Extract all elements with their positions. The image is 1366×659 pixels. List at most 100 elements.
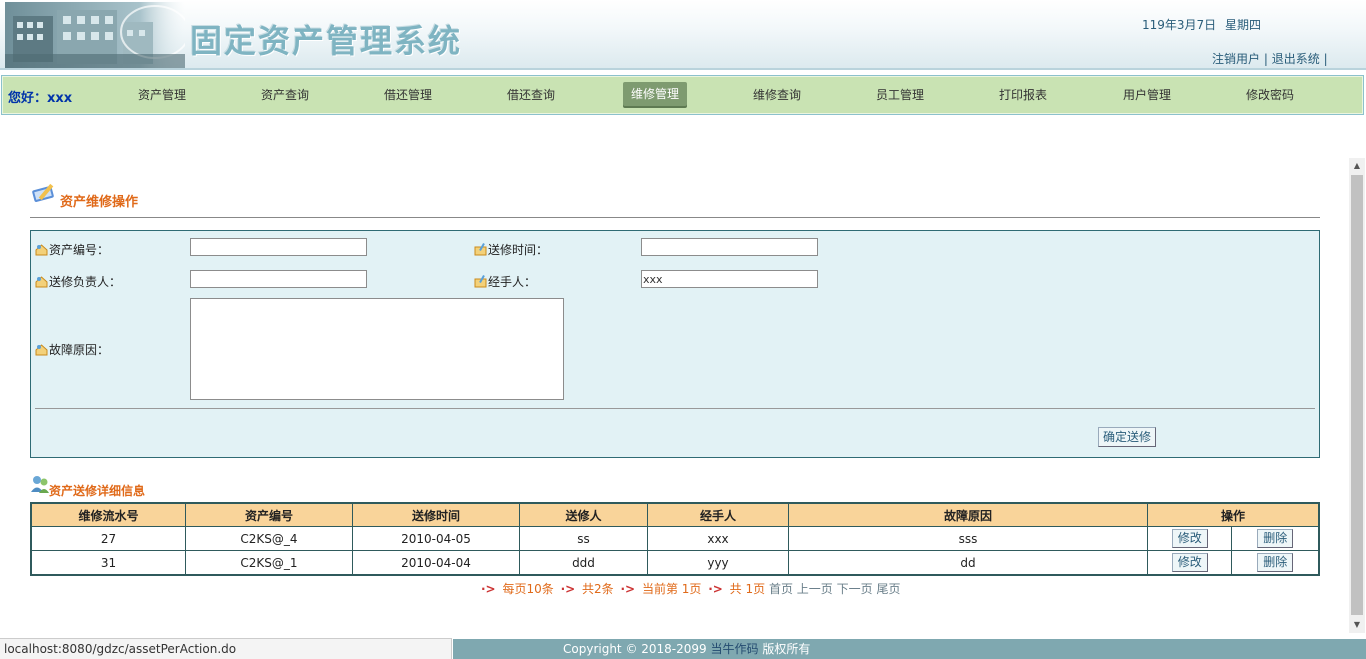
link-separator: | — [1323, 52, 1328, 66]
col-header-asset-no: 资产编号 — [185, 502, 353, 527]
nav-repair-query[interactable]: 维修查询 — [734, 82, 820, 108]
total-pages-text: 共 1页 — [729, 582, 766, 596]
col-header-actions: 操作 — [1147, 502, 1320, 527]
cell-edit: 修改 — [1146, 550, 1233, 576]
header-banner: 固定资产管理系统 119年3月7日 星期四 注销用户 | 退出系统 | — [0, 0, 1366, 70]
send-time-input[interactable] — [641, 238, 818, 256]
vertical-scrollbar[interactable]: ▲ ▼ — [1349, 158, 1365, 633]
edit-button[interactable]: 修改 — [1171, 529, 1208, 548]
last-page-link[interactable]: 尾页 — [876, 582, 900, 596]
handler-label: 经手人： — [488, 275, 537, 289]
current-page-text: 当前第 1页 — [641, 582, 702, 596]
responsible-label-wrap: 送修负责人： — [35, 273, 121, 290]
date-text: 119年3月7日 — [1142, 18, 1217, 32]
cell-serial: 27 — [30, 526, 186, 551]
responsible-input[interactable] — [190, 270, 367, 288]
first-page-link[interactable]: 首页 — [769, 582, 793, 596]
nav-borrow-management[interactable]: 借还管理 — [365, 82, 451, 108]
folder-pencil-icon — [474, 275, 487, 288]
book-pencil-icon — [32, 183, 54, 202]
asset-no-label: 资产编号： — [49, 243, 110, 257]
asset-no-label-wrap: 资产编号： — [35, 241, 109, 258]
exit-system-link[interactable]: 退出系统 — [1272, 52, 1320, 66]
cell-sender: ss — [519, 526, 648, 551]
section-divider — [30, 217, 1320, 218]
nav-employee-management[interactable]: 员工管理 — [857, 82, 943, 108]
rights-text: 版权所有 — [762, 642, 811, 656]
logout-user-link[interactable]: 注销用户 — [1212, 52, 1260, 66]
fault-reason-textarea[interactable] — [190, 298, 564, 400]
footer-author-link[interactable]: 当牛作码 — [711, 642, 759, 656]
handler-label-wrap: 经手人： — [474, 273, 536, 290]
scroll-thumb[interactable] — [1351, 175, 1363, 615]
delete-button[interactable]: 删除 — [1257, 553, 1294, 572]
cell-serial: 31 — [30, 550, 186, 576]
users-icon — [31, 476, 49, 493]
table-header-row: 维修流水号 资产编号 送修时间 送修人 经手人 故障原因 操作 — [30, 502, 1320, 527]
table-row: 27 C2KS@_4 2010-04-05 ss xxx sss 修改 删除 — [30, 526, 1320, 551]
cell-delete: 删除 — [1231, 550, 1320, 576]
nav-asset-query[interactable]: 资产查询 — [242, 82, 328, 108]
table-title: 资产送修详细信息 — [49, 484, 146, 498]
cell-asset-no: C2KS@_1 — [185, 550, 353, 576]
weekday-text: 星期四 — [1225, 18, 1262, 32]
repair-form-panel: 资产编号： 送修时间： 送修负责人： 经手人： 故障原因： 确定送修 — [30, 230, 1320, 458]
nav-user-management[interactable]: 用户管理 — [1104, 82, 1190, 108]
fault-label-wrap: 故障原因： — [35, 341, 109, 358]
double-arrow-icon: ·> — [560, 582, 576, 596]
nav-print-report[interactable]: 打印报表 — [980, 82, 1066, 108]
cell-handler: yyy — [647, 550, 789, 576]
col-header-serial: 维修流水号 — [30, 502, 186, 527]
copyright-text: Copyright © 2018-2099 — [563, 642, 707, 656]
house-key-icon — [35, 244, 48, 256]
delete-button[interactable]: 删除 — [1257, 529, 1294, 548]
responsible-label: 送修负责人： — [49, 275, 122, 289]
col-header-fault: 故障原因 — [788, 502, 1148, 527]
handler-input[interactable] — [641, 270, 818, 288]
edit-button[interactable]: 修改 — [1171, 553, 1208, 572]
main-nav: 您好：xxx 资产管理 资产查询 借还管理 借还查询 维修管理 维修查询 员工管… — [1, 75, 1364, 115]
next-page-link[interactable]: 下一页 — [837, 582, 873, 596]
house-key-icon — [35, 276, 48, 288]
double-arrow-icon: ·> — [620, 582, 636, 596]
fault-label: 故障原因： — [49, 343, 110, 357]
scroll-down-arrow-icon[interactable]: ▼ — [1349, 617, 1365, 633]
top-links: 注销用户 | 退出系统 | — [1212, 50, 1328, 67]
per-page-text: 每页10条 — [502, 582, 554, 596]
link-separator: | — [1263, 52, 1268, 66]
house-key-icon — [35, 344, 48, 356]
header-divider — [0, 68, 1366, 70]
nav-asset-management[interactable]: 资产管理 — [119, 82, 205, 108]
nav-repair-management[interactable]: 维修管理 — [623, 82, 687, 106]
double-arrow-icon: ·> — [708, 582, 723, 596]
folder-pencil-icon — [474, 243, 487, 256]
footer: Copyright © 2018-2099 当牛作码 版权所有 — [453, 639, 1366, 659]
confirm-repair-button[interactable]: 确定送修 — [1098, 427, 1157, 447]
pagination: ·> 每页10条 ·> 共2条 ·> 当前第 1页 ·> 共 1页 首页 上一页… — [478, 580, 901, 597]
send-time-label: 送修时间： — [488, 243, 549, 257]
double-arrow-icon: ·> — [481, 582, 496, 596]
cell-send-time: 2010-04-04 — [352, 550, 520, 576]
section-title: 资产维修操作 — [60, 195, 139, 210]
cell-sender: ddd — [519, 550, 648, 576]
cell-edit: 修改 — [1146, 526, 1233, 551]
user-greeting: 您好：xxx — [8, 91, 73, 106]
form-divider — [35, 408, 1315, 409]
nav-change-password[interactable]: 修改密码 — [1227, 82, 1313, 108]
nav-borrow-query[interactable]: 借还查询 — [488, 82, 574, 108]
cell-fault: dd — [788, 550, 1148, 576]
cell-delete: 删除 — [1231, 526, 1320, 551]
col-header-send-time: 送修时间 — [352, 502, 520, 527]
repair-records-table: 维修流水号 资产编号 送修时间 送修人 经手人 故障原因 操作 27 C2KS@… — [30, 502, 1320, 576]
asset-no-input[interactable] — [190, 238, 367, 256]
building-logo-image — [5, 2, 185, 68]
total-records-text: 共2条 — [582, 582, 614, 596]
cell-handler: xxx — [647, 526, 789, 551]
prev-page-link[interactable]: 上一页 — [797, 582, 833, 596]
cell-send-time: 2010-04-05 — [352, 526, 520, 551]
table-row: 31 C2KS@_1 2010-04-04 ddd yyy dd 修改 删除 — [30, 550, 1320, 576]
scroll-up-arrow-icon[interactable]: ▲ — [1349, 158, 1365, 174]
cell-asset-no: C2KS@_4 — [185, 526, 353, 551]
col-header-handler: 经手人 — [647, 502, 789, 527]
send-time-label-wrap: 送修时间： — [474, 241, 548, 258]
